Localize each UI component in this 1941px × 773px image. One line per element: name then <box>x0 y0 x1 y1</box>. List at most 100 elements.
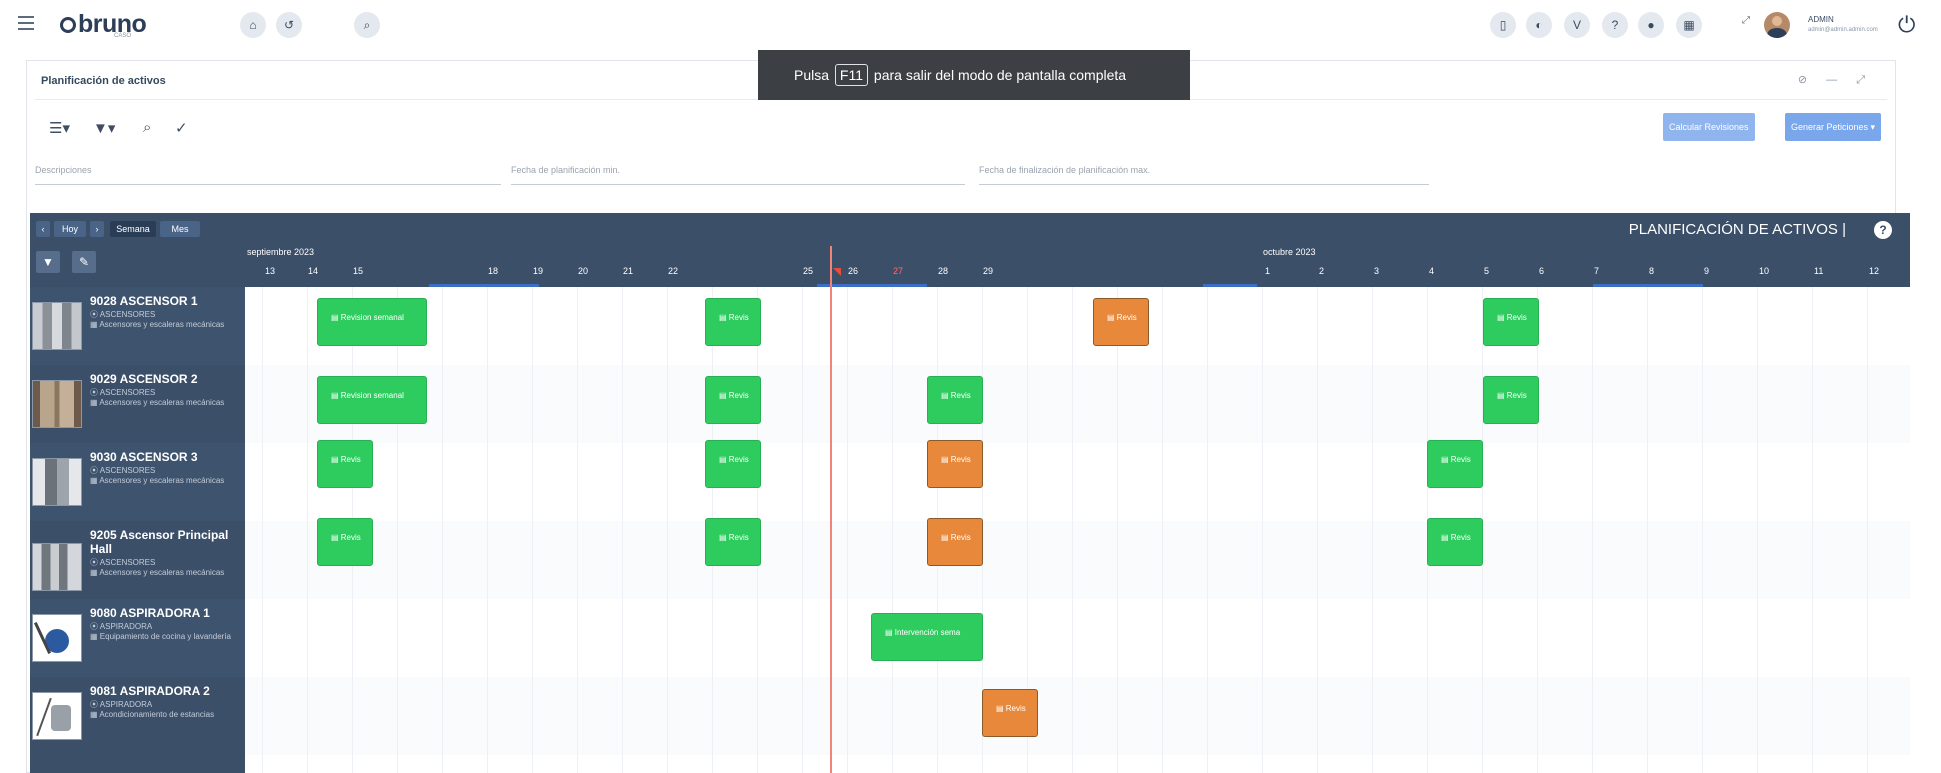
task-bar[interactable]: Revision semanal <box>317 376 427 424</box>
toast-prefix: Pulsa <box>794 67 830 83</box>
week-view-button[interactable]: Semana <box>110 221 156 237</box>
clear-filter-icon[interactable]: ✓ <box>175 119 188 137</box>
expand-icon[interactable]: ⤢ <box>1742 15 1750 26</box>
calcular-revisiones-button[interactable]: Calcular Revisiones <box>1663 113 1755 141</box>
day-label: 4 <box>1429 266 1435 276</box>
grid-row <box>245 365 1910 443</box>
day-label: 28 <box>938 266 949 276</box>
asset-row[interactable]: 9028 ASCENSOR 1 ⦿ ASCENSORES ▦ Ascensore… <box>30 287 245 365</box>
grid-line <box>532 287 533 773</box>
grid-icon[interactable]: ▦ <box>1676 12 1702 38</box>
grid-row <box>245 599 1910 677</box>
list-view-icon[interactable]: ☰▾ <box>49 119 70 137</box>
asset-row[interactable]: 9029 ASCENSOR 2 ⦿ ASCENSORES ▦ Ascensore… <box>30 365 245 443</box>
notification-icon[interactable]: ● <box>1638 12 1664 38</box>
asset-category: ▦ Ascensores y escaleras mecánicas <box>90 398 225 407</box>
grid-line <box>1207 287 1208 773</box>
grid-line <box>307 287 308 773</box>
asset-row[interactable]: 9080 ASPIRADORA 1 ⦿ ASPIRADORA ▦ Equipam… <box>30 599 245 677</box>
month-view-button[interactable]: Mes <box>160 221 200 237</box>
task-bar[interactable]: Revis <box>317 518 373 566</box>
asset-title: 9030 ASCENSOR 3 <box>90 450 198 464</box>
task-bar[interactable]: Revis <box>705 298 761 346</box>
home-icon[interactable]: ⌂ <box>240 12 266 38</box>
calendar-title: PLANIFICACIÓN DE ACTIVOS | <box>1628 221 1846 238</box>
task-bar[interactable]: Revis <box>317 440 373 488</box>
asset-row[interactable]: 9205 Ascensor Principal Hall ⦿ ASCENSORE… <box>30 521 245 599</box>
avatar[interactable] <box>1764 12 1790 38</box>
day-label: 13 <box>265 266 276 276</box>
grid-line <box>577 287 578 773</box>
grid-line <box>892 287 893 773</box>
grid-line <box>1867 287 1868 773</box>
user-name: ADMIN <box>1808 15 1834 24</box>
asset-title: 9029 ASCENSOR 2 <box>90 372 198 386</box>
asset-type: ⦿ ASCENSORES <box>90 558 156 567</box>
search-icon[interactable]: ⌕ <box>354 12 380 38</box>
task-bar[interactable]: Revis <box>1483 376 1539 424</box>
day-label: 6 <box>1539 266 1545 276</box>
version-icon[interactable]: V <box>1564 12 1590 38</box>
day-label: 12 <box>1869 266 1880 276</box>
asset-type: ⦿ ASPIRADORA <box>90 622 153 631</box>
task-bar[interactable]: Revis <box>705 376 761 424</box>
gantt-grid[interactable]: Revision semanal Revis Revis Revis Revis… <box>245 287 1910 773</box>
task-bar[interactable]: Intervención sema <box>871 613 983 661</box>
day-label: 5 <box>1484 266 1490 276</box>
edit-icon[interactable]: ✎ <box>72 251 96 273</box>
task-bar[interactable]: Revis <box>1427 440 1483 488</box>
help-icon[interactable]: ? <box>1874 221 1892 239</box>
mobile-icon[interactable]: ▯ <box>1490 12 1516 38</box>
page-title: Planificación de activos <box>41 75 166 87</box>
grid-line <box>1072 287 1073 773</box>
task-bar[interactable]: Revis <box>927 440 983 488</box>
asset-row[interactable]: 9081 ASPIRADORA 2 ⦿ ASPIRADORA ▦ Acondic… <box>30 677 245 755</box>
next-button[interactable]: › <box>90 221 104 237</box>
generar-peticiones-button[interactable]: Generar Peticiones ▾ <box>1785 113 1882 141</box>
grid-line <box>1262 287 1263 773</box>
task-bar[interactable]: Revis <box>705 518 761 566</box>
elevator-thumbnail <box>32 458 82 506</box>
fecha-min-field[interactable]: Fecha de planificación min. <box>511 165 965 185</box>
elevator-thumbnail <box>32 543 82 591</box>
asset-category: ▦ Ascensores y escaleras mecánicas <box>90 476 225 485</box>
task-bar[interactable]: Revision semanal <box>317 298 427 346</box>
logo-subtitle: CASO <box>114 33 132 39</box>
today-button[interactable]: Hoy <box>54 221 86 237</box>
asset-row[interactable]: 9030 ASCENSOR 3 ⦿ ASCENSORES ▦ Ascensore… <box>30 443 245 521</box>
filter-icon[interactable]: ▼ <box>36 251 60 273</box>
power-icon[interactable]: ⏻ <box>1898 12 1915 38</box>
history-icon[interactable]: ↺ <box>276 12 302 38</box>
task-bar[interactable]: Revis <box>705 440 761 488</box>
day-label: 10 <box>1759 266 1770 276</box>
task-bar[interactable]: Revis <box>1483 298 1539 346</box>
asset-sidebar: ‹ Hoy › Semana Mes ▼ ✎ 9028 ASCENSOR 1 ⦿… <box>30 213 245 773</box>
task-bar[interactable]: Revis <box>927 376 983 424</box>
elevator-thumbnail <box>32 302 82 350</box>
help-icon[interactable]: ? <box>1602 12 1628 38</box>
day-label: 22 <box>668 266 679 276</box>
filter-icon[interactable]: ▼▾ <box>93 119 115 137</box>
day-label: 3 <box>1374 266 1380 276</box>
descripciones-field[interactable]: Descripciones <box>35 165 501 185</box>
day-label: 1 <box>1265 266 1271 276</box>
prev-button[interactable]: ‹ <box>36 221 50 237</box>
menu-icon[interactable] <box>18 16 34 30</box>
task-bar[interactable]: Revis <box>1093 298 1149 346</box>
task-bar[interactable]: Revis <box>982 689 1038 737</box>
top-bar: bruno CASO ⌂ ↺ ⌕ ▯ ◐ V ? ● ▦ ⤢ ADMIN adm… <box>0 0 1941 48</box>
asset-type: ⦿ ASCENSORES <box>90 466 156 475</box>
day-label: 9 <box>1704 266 1710 276</box>
grid-line <box>1647 287 1648 773</box>
search-tool-icon[interactable]: ⌕ <box>143 119 151 136</box>
task-bar[interactable]: Revis <box>1427 518 1483 566</box>
app-logo[interactable]: bruno <box>60 10 147 39</box>
card-window-controls[interactable]: ⊘ — ⤢ <box>1798 73 1873 87</box>
day-label: 2 <box>1319 266 1325 276</box>
grid-line <box>397 287 398 773</box>
grid-line <box>1162 287 1163 773</box>
fecha-max-field[interactable]: Fecha de finalización de planificación m… <box>979 165 1429 185</box>
task-bar[interactable]: Revis <box>927 518 983 566</box>
chat-icon[interactable]: ◐ <box>1526 12 1552 38</box>
grid-line <box>622 287 623 773</box>
